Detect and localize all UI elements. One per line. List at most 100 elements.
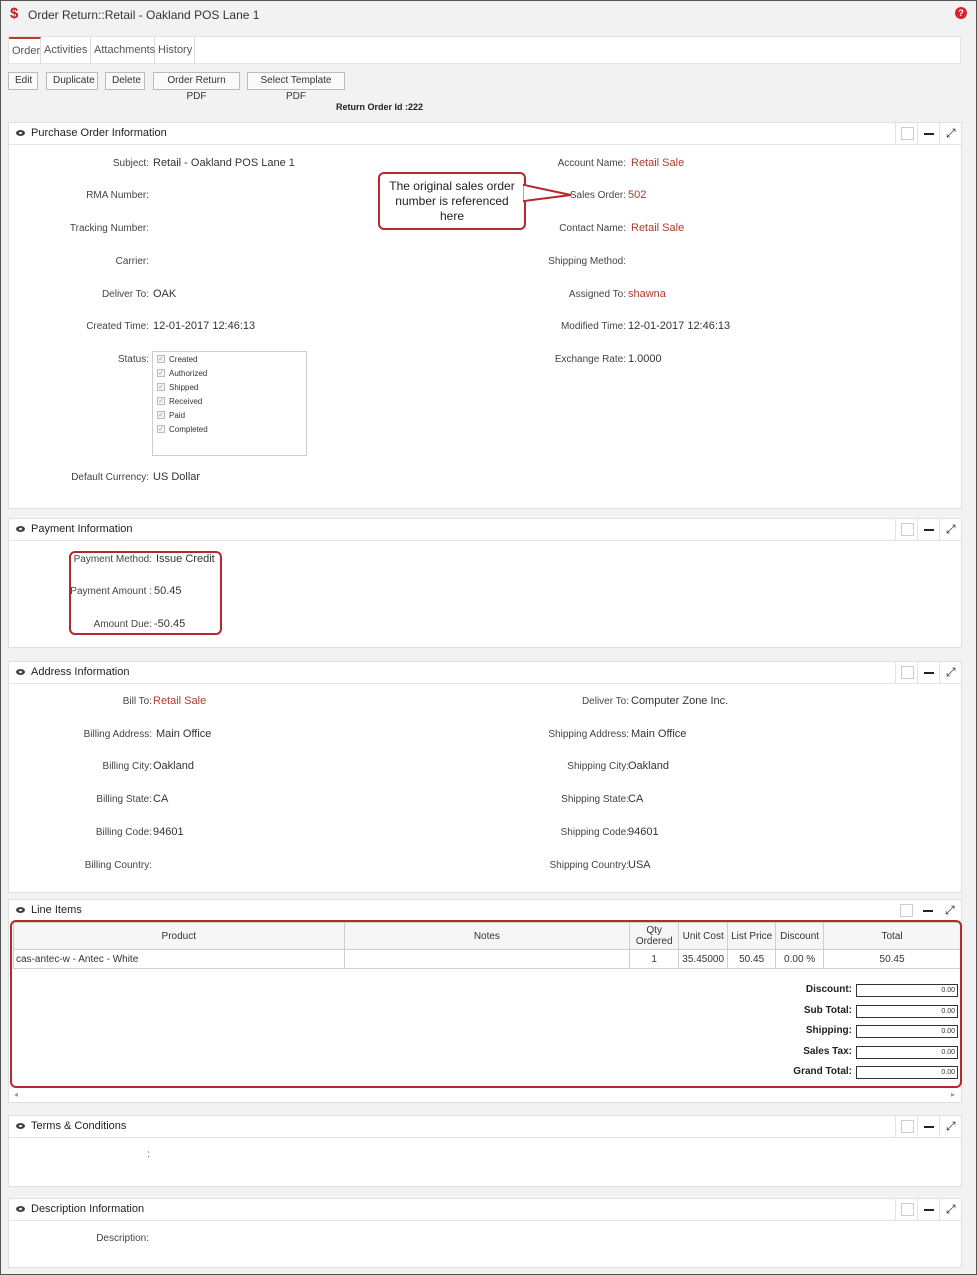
duplicate-button[interactable]: Duplicate xyxy=(46,72,98,90)
shipping-city-label: Shipping City: xyxy=(567,761,629,772)
tab-activities[interactable]: Activities xyxy=(41,37,91,64)
panel-header: Address Information ⤢ xyxy=(9,662,961,684)
dollar-icon: $ xyxy=(10,5,19,22)
minimize-icon[interactable] xyxy=(917,1199,939,1221)
expand-icon[interactable]: ⤢ xyxy=(939,1199,961,1221)
deliver-to-value: OAK xyxy=(153,288,177,300)
assigned-to-link[interactable]: shawna xyxy=(628,288,666,300)
edit-button[interactable]: Edit xyxy=(8,72,38,90)
default-currency-label: Default Currency: xyxy=(71,472,149,483)
panel-header: Line Items ⤢ xyxy=(9,900,961,922)
checkbox[interactable]: ✓ xyxy=(157,369,165,377)
panel-header: Description Information ⤢ xyxy=(9,1199,961,1221)
checkbox[interactable]: ✓ xyxy=(157,397,165,405)
shipping-state-value: CA xyxy=(628,793,644,805)
created-time-label: Created Time: xyxy=(86,321,149,332)
contact-name-link[interactable]: Retail Sale xyxy=(631,222,684,234)
scroll-right-icon[interactable]: ▸ xyxy=(951,1090,955,1099)
tab-history[interactable]: History xyxy=(155,37,195,64)
tab-attachments[interactable]: Attachments xyxy=(91,37,155,64)
payment-panel: Payment Information ⤢ Payment Method: Is… xyxy=(8,518,962,648)
contact-name-label: Contact Name: xyxy=(559,223,626,234)
tab-order[interactable]: Order xyxy=(9,37,41,64)
highlight-frame xyxy=(69,551,222,635)
delete-button[interactable]: Delete xyxy=(105,72,145,90)
checkbox[interactable]: ✓ xyxy=(157,411,165,419)
window-title: Order Return::Retail - Oakland POS Lane … xyxy=(28,8,260,22)
shipping-country-value: USA xyxy=(628,859,651,871)
exchange-rate-label: Exchange Rate: xyxy=(554,354,626,365)
panel-title: Description Information xyxy=(31,1203,145,1215)
description-label: Description: xyxy=(96,1233,149,1244)
billing-state-value: CA xyxy=(153,793,169,805)
app-window: $ Order Return::Retail - Oakland POS Lan… xyxy=(0,0,977,1275)
expand-icon[interactable]: ⤢ xyxy=(939,662,961,684)
sales-order-link[interactable]: 502 xyxy=(628,189,646,201)
minimize-icon[interactable] xyxy=(917,900,939,922)
eye-icon[interactable] xyxy=(16,1206,25,1212)
expand-icon[interactable]: ⤢ xyxy=(939,1116,961,1138)
shipping-country-label: Shipping Country: xyxy=(549,860,630,871)
shipping-code-value: 94601 xyxy=(628,826,659,838)
eye-icon[interactable] xyxy=(16,907,25,913)
select-box[interactable] xyxy=(895,900,917,922)
billing-city-value: Oakland xyxy=(153,760,194,772)
checkbox[interactable]: ✓ xyxy=(157,355,165,363)
scroll-left-icon[interactable]: ◂ xyxy=(14,1090,18,1099)
highlight-frame xyxy=(10,920,962,1088)
shipping-code-label: Shipping Code: xyxy=(560,827,629,838)
checkbox[interactable]: ✓ xyxy=(157,383,165,391)
expand-icon[interactable]: ⤢ xyxy=(939,900,961,922)
checkbox[interactable]: ✓ xyxy=(157,425,165,433)
account-name-link[interactable]: Retail Sale xyxy=(631,157,684,169)
expand-icon[interactable]: ⤢ xyxy=(939,123,961,145)
minimize-icon[interactable] xyxy=(917,662,939,684)
billing-state-label: Billing State: xyxy=(96,794,152,805)
bill-to-label: Bill To: xyxy=(122,696,152,707)
description-panel: Description Information ⤢ Description: xyxy=(8,1198,962,1268)
deliver-to-label: Deliver To: xyxy=(101,289,149,300)
bill-to-link[interactable]: Retail Sale xyxy=(153,695,206,707)
select-box[interactable] xyxy=(895,662,917,684)
terms-panel: Terms & Conditions ⤢ : xyxy=(8,1115,962,1187)
rma-number-label: RMA Number: xyxy=(86,190,149,201)
eye-icon[interactable] xyxy=(16,1123,25,1129)
exchange-rate-value: 1.0000 xyxy=(628,353,662,365)
select-box[interactable] xyxy=(895,519,917,541)
select-box[interactable] xyxy=(895,123,917,145)
line-items-panel: Line Items ⤢ Product Notes Qty Ordered U… xyxy=(8,899,962,1103)
billing-address-value: Main Office xyxy=(156,728,212,740)
terms-label: : xyxy=(147,1149,150,1160)
minimize-icon[interactable] xyxy=(917,1116,939,1138)
annotation-callout: The original sales order number is refer… xyxy=(378,172,526,230)
select-box[interactable] xyxy=(895,1199,917,1221)
callout-line: number is referenced xyxy=(395,194,509,208)
deliver-to-label: Deliver To: xyxy=(581,696,629,707)
shipping-city-value: Oakland xyxy=(628,760,669,772)
eye-icon[interactable] xyxy=(16,669,25,675)
help-icon[interactable]: ? xyxy=(955,7,967,19)
select-box[interactable] xyxy=(895,1116,917,1138)
title-bar: $ Order Return::Retail - Oakland POS Lan… xyxy=(2,2,975,28)
minimize-icon[interactable] xyxy=(917,123,939,145)
modified-time-label: Modified Time: xyxy=(560,321,626,332)
sales-order-label: Sales Order: xyxy=(569,190,626,201)
billing-country-label: Billing Country: xyxy=(84,860,152,871)
select-template-pdf-button[interactable]: Select Template PDF xyxy=(247,72,345,102)
assigned-to-label: Assigned To: xyxy=(568,289,626,300)
deliver-to-value: Computer Zone Inc. xyxy=(631,695,729,707)
carrier-label: Carrier: xyxy=(115,256,149,267)
created-time-value: 12-01-2017 12:46:13 xyxy=(153,320,256,332)
eye-icon[interactable] xyxy=(16,130,25,136)
subject-label: Subject: xyxy=(112,158,149,169)
order-return-pdf-button[interactable]: Order Return PDF xyxy=(153,72,240,102)
tracking-number-label: Tracking Number: xyxy=(69,223,149,234)
minimize-icon[interactable] xyxy=(917,519,939,541)
panel-header: Payment Information ⤢ xyxy=(9,519,961,541)
tab-bar: Order Activities Attachments History xyxy=(8,36,961,64)
account-name-label: Account Name: xyxy=(557,158,626,169)
expand-icon[interactable]: ⤢ xyxy=(939,519,961,541)
shipping-method-label: Shipping Method: xyxy=(548,256,626,267)
shipping-address-label: Shipping Address: xyxy=(548,729,629,740)
eye-icon[interactable] xyxy=(16,526,25,532)
